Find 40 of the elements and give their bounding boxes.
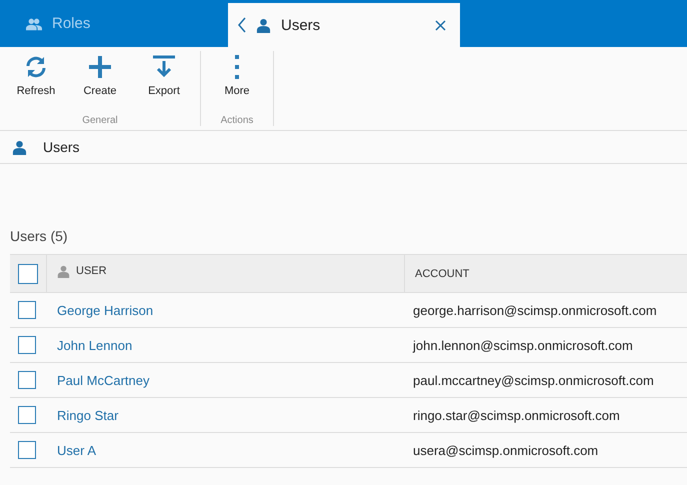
row-checkbox[interactable] — [18, 371, 36, 389]
toolbar-button[interactable]: More — [205, 51, 269, 107]
toolbar-button[interactable]: Create — [68, 51, 132, 107]
toolbar-button[interactable]: Export — [132, 51, 196, 107]
group-label: Actions — [220, 115, 254, 126]
row-checkbox[interactable] — [18, 406, 36, 424]
table-cell-text: paul.mccartney@scimsp.onmicrosoft.com — [412, 372, 654, 388]
section-title: Users (5) — [10, 228, 69, 244]
table-cell-text: george.harrison@scimsp.onmicrosoft.com — [412, 302, 657, 318]
person-icon — [12, 140, 27, 154]
person-icon — [256, 18, 271, 32]
tab-label: Roles — [52, 15, 92, 32]
back-icon[interactable] — [238, 17, 246, 33]
group-label: General — [82, 115, 118, 126]
user-link[interactable]: George Harrison — [46, 302, 154, 318]
plus-icon — [88, 55, 112, 79]
tab[interactable]: Users — [228, 3, 460, 47]
person-icon — [57, 265, 70, 278]
close-icon[interactable] — [435, 20, 446, 30]
row-checkbox[interactable] — [18, 301, 36, 319]
refresh-icon — [24, 55, 48, 79]
row-checkbox[interactable] — [18, 441, 36, 459]
row-checkbox[interactable] — [18, 336, 36, 354]
table-cell-text: john.lennon@scimsp.onmicrosoft.com — [412, 338, 633, 352]
user-link[interactable]: Paul McCartney — [46, 372, 150, 388]
toolbar-button[interactable]: Refresh — [4, 51, 68, 107]
more-icon — [234, 55, 240, 79]
breadcrumb-label: Users — [43, 139, 80, 155]
tab[interactable]: Roles — [0, 0, 228, 47]
select-all-checkbox[interactable] — [18, 264, 38, 284]
user-link[interactable]: Ringo Star — [46, 408, 118, 422]
table-cell-text: ringo.star@scimsp.onmicrosoft.com — [412, 408, 620, 422]
user-link[interactable]: John Lennon — [46, 338, 132, 352]
download-icon — [152, 55, 176, 79]
user-link[interactable]: User A — [46, 442, 96, 458]
tab-label: Users — [281, 16, 322, 34]
people-icon — [26, 16, 42, 30]
column-header: USER — [76, 265, 107, 277]
column-header: ACCOUNT — [415, 268, 470, 280]
table-cell-text: usera@scimsp.onmicrosoft.com — [412, 442, 598, 458]
